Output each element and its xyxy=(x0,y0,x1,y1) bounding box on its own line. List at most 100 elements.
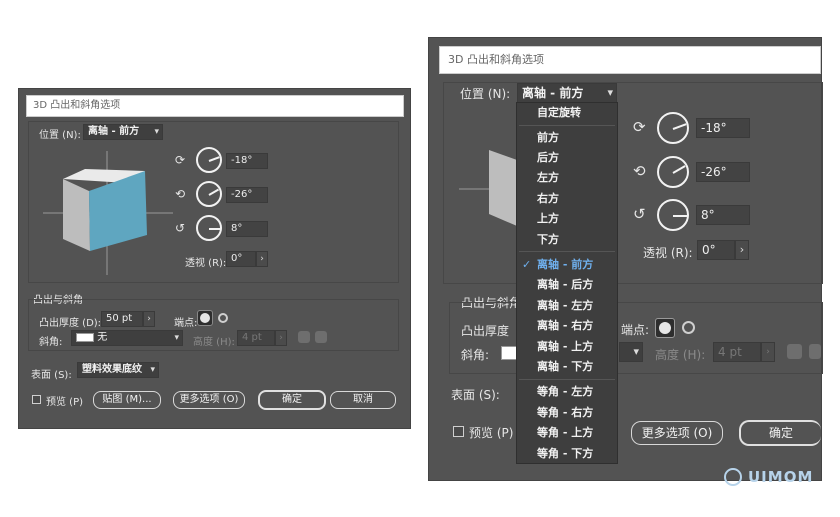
menu-item-front[interactable]: 前方 xyxy=(517,128,617,148)
right-dial-x[interactable] xyxy=(657,112,689,144)
right-position-label: 位置 (N): xyxy=(460,87,511,101)
bevel-inside-icon[interactable] xyxy=(809,344,821,359)
left-rot-z-field[interactable]: 8° xyxy=(226,221,268,237)
right-perspective-field[interactable]: 0° xyxy=(697,240,735,260)
menu-item-offaxis-top[interactable]: 离轴 - 上方 xyxy=(517,337,617,357)
menu-item-isometric-bottom[interactable]: 等角 - 下方 xyxy=(517,444,617,464)
watermark: UIMOM xyxy=(724,466,824,496)
menu-item-offaxis-left[interactable]: 离轴 - 左方 xyxy=(517,296,617,316)
chevron-down-icon: ▾ xyxy=(154,127,159,137)
position-dropdown-menu: 自定旋转 前方 后方 左方 右方 上方 下方 ✓ 离轴 - 前方 离轴 - 后方… xyxy=(516,102,618,464)
right-dial-y[interactable] xyxy=(657,156,689,188)
menu-item-isometric-top[interactable]: 等角 - 上方 xyxy=(517,423,617,443)
menu-item-custom-rotation[interactable]: 自定旋转 xyxy=(517,103,617,123)
cap-on-button[interactable] xyxy=(655,318,675,338)
dial-hand xyxy=(672,165,686,174)
right-surface-label: 表面 (S): xyxy=(451,388,500,402)
right-bevel-select[interactable]: ▾ xyxy=(619,342,643,362)
cap-on-icon xyxy=(659,322,671,334)
bevel-outside-icon[interactable] xyxy=(787,344,802,359)
right-more-options-button[interactable]: 更多选项 (O) xyxy=(631,421,723,445)
menu-item-back[interactable]: 后方 xyxy=(517,148,617,168)
left-perspective-arrow[interactable]: › xyxy=(256,251,268,267)
dial-hand xyxy=(209,228,220,230)
menu-item-offaxis-front-label: 离轴 - 前方 xyxy=(537,258,594,271)
cap-on-icon xyxy=(200,313,210,323)
map-button[interactable]: 贴图 (M)... xyxy=(93,391,161,409)
cube-left-face xyxy=(489,150,517,226)
cap-off-button[interactable] xyxy=(679,318,699,338)
chevron-down-icon: ▾ xyxy=(150,365,155,375)
right-perspective-arrow[interactable]: › xyxy=(735,240,749,260)
right-position-select[interactable]: 离轴 - 前方 ▾ xyxy=(517,83,617,103)
left-rot-x-field[interactable]: -18° xyxy=(226,153,268,169)
rotate-x-icon: ⟳ xyxy=(175,153,186,167)
left-position-select-value: 离轴 - 前方 xyxy=(88,126,140,137)
left-position-select[interactable]: 离轴 - 前方 ▾ xyxy=(83,124,163,140)
left-height-field[interactable]: 4 pt xyxy=(237,330,275,346)
menu-item-offaxis-back[interactable]: 离轴 - 后方 xyxy=(517,275,617,295)
left-height-arrow[interactable]: › xyxy=(275,330,287,346)
dial-hand xyxy=(673,215,687,217)
left-extrude-depth-field[interactable]: 50 pt xyxy=(101,311,143,327)
right-ok-button[interactable]: 确定 xyxy=(739,420,821,446)
left-extrude-depth-arrow[interactable]: › xyxy=(143,311,155,327)
left-extrude-depth-label: 凸出厚度 (D): xyxy=(39,318,102,329)
cap-off-button[interactable] xyxy=(215,310,231,326)
menu-item-top[interactable]: 上方 xyxy=(517,209,617,229)
left-dialog: 3D 凸出和斜角选项 位置 (N): 离轴 - 前方 ▾ ⟳ -18° ⟲ -2… xyxy=(18,88,411,429)
menu-item-left[interactable]: 左方 xyxy=(517,168,617,188)
right-rot-x-field[interactable]: -18° xyxy=(696,118,750,138)
bevel-inside-icon[interactable] xyxy=(315,331,327,343)
right-height-field[interactable]: 4 pt xyxy=(713,342,761,362)
bevel-swatch xyxy=(76,332,94,342)
rotate-y-icon: ⟲ xyxy=(633,162,646,180)
menu-item-isometric-right[interactable]: 等角 - 右方 xyxy=(517,403,617,423)
menu-separator xyxy=(519,251,615,252)
chevron-down-icon: ▾ xyxy=(633,345,639,358)
rotate-z-icon: ↺ xyxy=(175,221,186,235)
left-surface-label: 表面 (S): xyxy=(31,370,72,381)
left-preview-label: 预览 (P) xyxy=(46,397,84,408)
left-dial-x[interactable] xyxy=(196,147,222,173)
right-dial-z[interactable] xyxy=(657,199,689,231)
right-cube-preview[interactable] xyxy=(459,128,519,238)
left-perspective-field[interactable]: 0° xyxy=(226,251,256,267)
left-cube-preview[interactable] xyxy=(43,151,173,275)
bevel-outside-icon[interactable] xyxy=(298,331,310,343)
cube-left-face xyxy=(63,179,90,251)
left-rot-y-field[interactable]: -26° xyxy=(226,187,268,203)
menu-item-right[interactable]: 右方 xyxy=(517,189,617,209)
right-rot-y-field[interactable]: -26° xyxy=(696,162,750,182)
left-dial-z[interactable] xyxy=(196,215,222,241)
left-ok-button[interactable]: 确定 xyxy=(258,390,326,410)
chevron-down-icon: ▾ xyxy=(607,86,613,99)
cap-on-button[interactable] xyxy=(197,310,213,326)
left-preview-checkbox[interactable] xyxy=(32,395,41,404)
left-dial-y[interactable] xyxy=(196,181,222,207)
right-rot-z-field[interactable]: 8° xyxy=(696,205,750,225)
right-height-arrow[interactable]: › xyxy=(761,342,775,362)
rotate-z-icon: ↺ xyxy=(633,205,646,223)
right-extrude-depth-label: 凸出厚度 xyxy=(461,324,510,338)
menu-item-offaxis-front[interactable]: ✓ 离轴 - 前方 xyxy=(517,255,617,275)
left-surface-value: 塑料效果底纹 xyxy=(82,364,142,375)
right-dialog: 3D 凸出和斜角选项 位置 (N): 离轴 - 前方 ▾ ⟳ -18° ⟲ -2… xyxy=(428,37,823,481)
right-dialog-title: 3D 凸出和斜角选项 xyxy=(439,46,821,74)
menu-item-offaxis-bottom[interactable]: 离轴 - 下方 xyxy=(517,357,617,377)
cube-front-face xyxy=(89,171,147,251)
dial-hand xyxy=(208,188,220,196)
menu-item-isometric-left[interactable]: 等角 - 左方 xyxy=(517,382,617,402)
left-bevel-label: 斜角: xyxy=(39,337,63,348)
checkmark-icon: ✓ xyxy=(522,258,532,271)
right-cap-label: 端点: xyxy=(621,323,650,337)
left-surface-select[interactable]: 塑料效果底纹 ▾ xyxy=(77,362,159,378)
right-perspective-label: 透视 (R): xyxy=(643,246,693,260)
right-bevel-label: 斜角: xyxy=(461,348,490,362)
left-cancel-button[interactable]: 取消 xyxy=(330,391,396,409)
menu-item-bottom[interactable]: 下方 xyxy=(517,230,617,250)
right-preview-checkbox[interactable] xyxy=(453,426,464,437)
left-bevel-select[interactable]: 无 ▾ xyxy=(71,330,183,346)
left-more-options-button[interactable]: 更多选项 (O) xyxy=(173,391,245,409)
menu-item-offaxis-right[interactable]: 离轴 - 右方 xyxy=(517,316,617,336)
